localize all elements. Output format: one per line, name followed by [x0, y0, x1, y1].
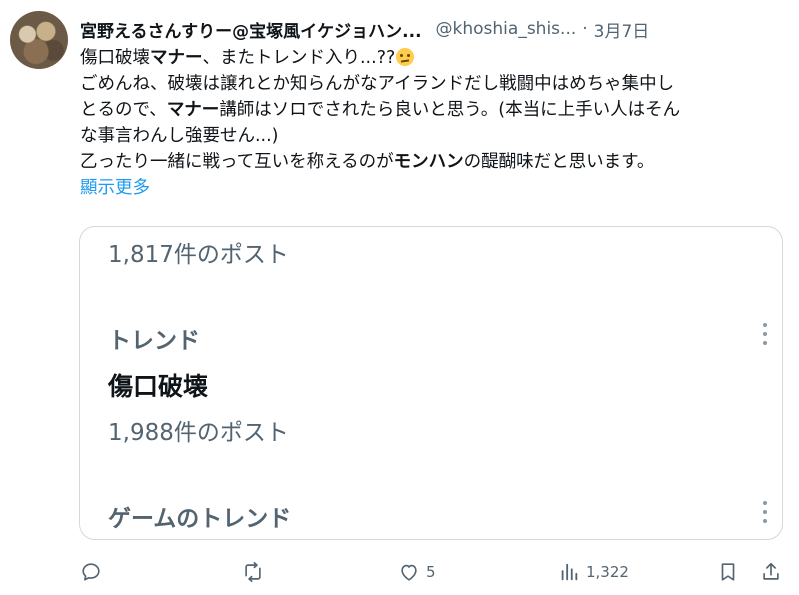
- confused-face-icon: [396, 48, 415, 66]
- post-count: 1,988件のポスト: [108, 420, 289, 446]
- tweet-header: 宮野えるさんすりー@宝塚風イケジョハン... @khoshia_shis... …: [80, 16, 780, 42]
- tweet-line: 傷口破壊マナー、またトレンド入り...??: [80, 45, 770, 71]
- share-button[interactable]: [760, 558, 782, 586]
- text-segment: 講師はソロでされたら良いと思う。(本当に上手い人はそん: [219, 100, 681, 120]
- separator: ·: [582, 19, 588, 39]
- text-segment: とるので、: [80, 100, 167, 120]
- author-handle[interactable]: @khoshia_shis...: [436, 19, 577, 39]
- more-options-icon[interactable]: [762, 323, 768, 345]
- heart-icon: [401, 564, 417, 581]
- views-button[interactable]: 1,322: [558, 558, 629, 586]
- highlight-monhun: モンハン: [393, 152, 464, 172]
- tweet-line: 乙ったり一緒に戦って互いを称えるのがモンハンの醍醐味だと思います。: [80, 149, 770, 175]
- bookmark-icon: [721, 563, 735, 581]
- text-segment: 乙ったり一緒に戦って互いを称えるのが: [80, 152, 394, 172]
- retweet-button[interactable]: [242, 558, 270, 586]
- more-options-icon[interactable]: [762, 501, 768, 523]
- author-display-name[interactable]: 宮野えるさんすりー@宝塚風イケジョハン...: [80, 17, 422, 42]
- trend-title: 傷口破壊: [108, 372, 209, 401]
- action-bar: 5 1,322: [0, 558, 799, 586]
- retweet-icon: [245, 562, 261, 582]
- text-segment: 、またトレンド入り...??: [202, 48, 396, 68]
- tweet-line: とるので、マナー講師はソロでされたら良いと思う。(本当に上手い人はそん: [80, 97, 770, 123]
- share-icon: [763, 562, 779, 580]
- tweet-text: 傷口破壊マナー、またトレンド入り...?? ごめんね、破壊は譲れとか知らんがなア…: [80, 45, 770, 201]
- avatar[interactable]: [10, 11, 68, 69]
- bookmark-button[interactable]: [717, 558, 739, 586]
- like-button[interactable]: 5: [398, 558, 436, 586]
- highlight-manners: マナー: [150, 48, 203, 68]
- tweet-line: な事言わんし強要せん...): [80, 126, 279, 146]
- tweet-line: ごめんね、破壊は譲れとか知らんがなアイランドだし戦闘中はめちゃ集中し: [80, 74, 675, 94]
- like-count: 5: [426, 563, 436, 581]
- post-count: 1,817件のポスト: [108, 242, 289, 268]
- highlight-manners: マナー: [166, 100, 220, 120]
- trend-label: トレンド: [108, 328, 200, 354]
- reply-icon: [82, 563, 100, 581]
- view-count: 1,322: [586, 563, 629, 581]
- tweet-date[interactable]: 3月7日: [594, 17, 650, 42]
- reply-button[interactable]: [80, 558, 108, 586]
- text-segment: 傷口破壊: [80, 48, 150, 68]
- bar-chart-icon: [561, 563, 578, 581]
- trend-screenshot-card[interactable]: 1,817件のポスト トレンド 傷口破壊 1,988件のポスト ゲームのトレンド: [79, 226, 783, 540]
- game-trend-label: ゲームのトレンド: [108, 506, 292, 532]
- show-more-link[interactable]: 顯示更多: [80, 175, 770, 201]
- text-segment: の醍醐味だと思います。: [463, 152, 655, 172]
